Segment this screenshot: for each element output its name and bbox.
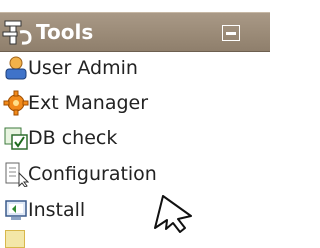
install-icon: [5, 200, 27, 220]
menu-item-label: DB check: [28, 127, 118, 149]
menu-item-configuration[interactable]: Configuration: [0, 158, 268, 191]
tools-panel: Tools User Admin Ext Manager DB check Co…: [0, 0, 270, 248]
minus-icon: [226, 32, 236, 35]
document-cursor-icon: [5, 162, 29, 187]
collapse-button[interactable]: [222, 25, 240, 41]
gear-icon: [3, 90, 29, 116]
db-check-icon: [4, 127, 28, 150]
menu-item-label: User Admin: [28, 57, 138, 79]
menu-item-label: Configuration: [28, 163, 157, 185]
menu-item-ext-manager[interactable]: Ext Manager: [0, 87, 268, 120]
menu-item-db-check[interactable]: DB check: [0, 122, 268, 155]
panel-header: Tools: [0, 12, 270, 52]
menu-item-install[interactable]: Install: [0, 194, 268, 227]
menu-item-user-admin[interactable]: User Admin: [0, 52, 268, 85]
menu-item-label: Install: [28, 199, 86, 221]
partial-icon: [5, 230, 25, 248]
mouse-cursor-icon: [154, 195, 192, 233]
user-icon: [5, 56, 27, 80]
menu-item-label: Ext Manager: [28, 92, 149, 114]
panel-title: Tools: [36, 20, 94, 44]
wrench-tools-icon: [2, 20, 32, 45]
